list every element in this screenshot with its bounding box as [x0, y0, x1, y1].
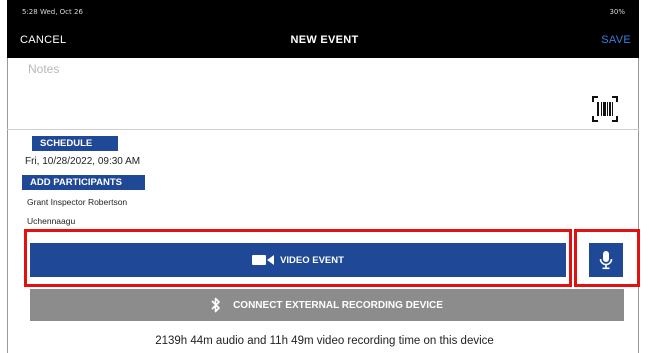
add-participants-button[interactable]: ADD PARTICIPANTS: [22, 175, 145, 190]
connect-external-device-button[interactable]: CONNECT EXTERNAL RECORDING DEVICE: [30, 289, 624, 321]
save-button[interactable]: SAVE: [601, 34, 631, 46]
microphone-button[interactable]: [589, 243, 623, 277]
page-title: NEW EVENT: [290, 34, 359, 46]
microphone-icon: [599, 251, 613, 270]
participant-item: Uchennaagu: [27, 216, 76, 226]
bluetooth-icon: [211, 297, 220, 313]
barcode-icon[interactable]: [592, 96, 618, 122]
video-event-button[interactable]: VIDEO EVENT: [30, 243, 566, 277]
participant-item: Grant Inspector Robertson: [27, 197, 128, 207]
recording-time-text: 2139h 44m audio and 11h 49m video record…: [155, 335, 494, 347]
status-bar-right: 30%: [609, 8, 625, 16]
notes-field[interactable]: Notes: [28, 62, 608, 122]
top-bar: [7, 0, 639, 58]
connect-label: CONNECT EXTERNAL RECORDING DEVICE: [233, 299, 443, 311]
schedule-date[interactable]: Fri, 10/28/2022, 09:30 AM: [25, 156, 140, 167]
divider: [7, 129, 639, 130]
schedule-label[interactable]: SCHEDULE: [32, 136, 118, 151]
video-event-label: VIDEO EVENT: [280, 254, 344, 266]
video-camera-icon: [252, 255, 275, 265]
status-bar-left: 5:28 Wed, Oct 26: [22, 8, 83, 16]
